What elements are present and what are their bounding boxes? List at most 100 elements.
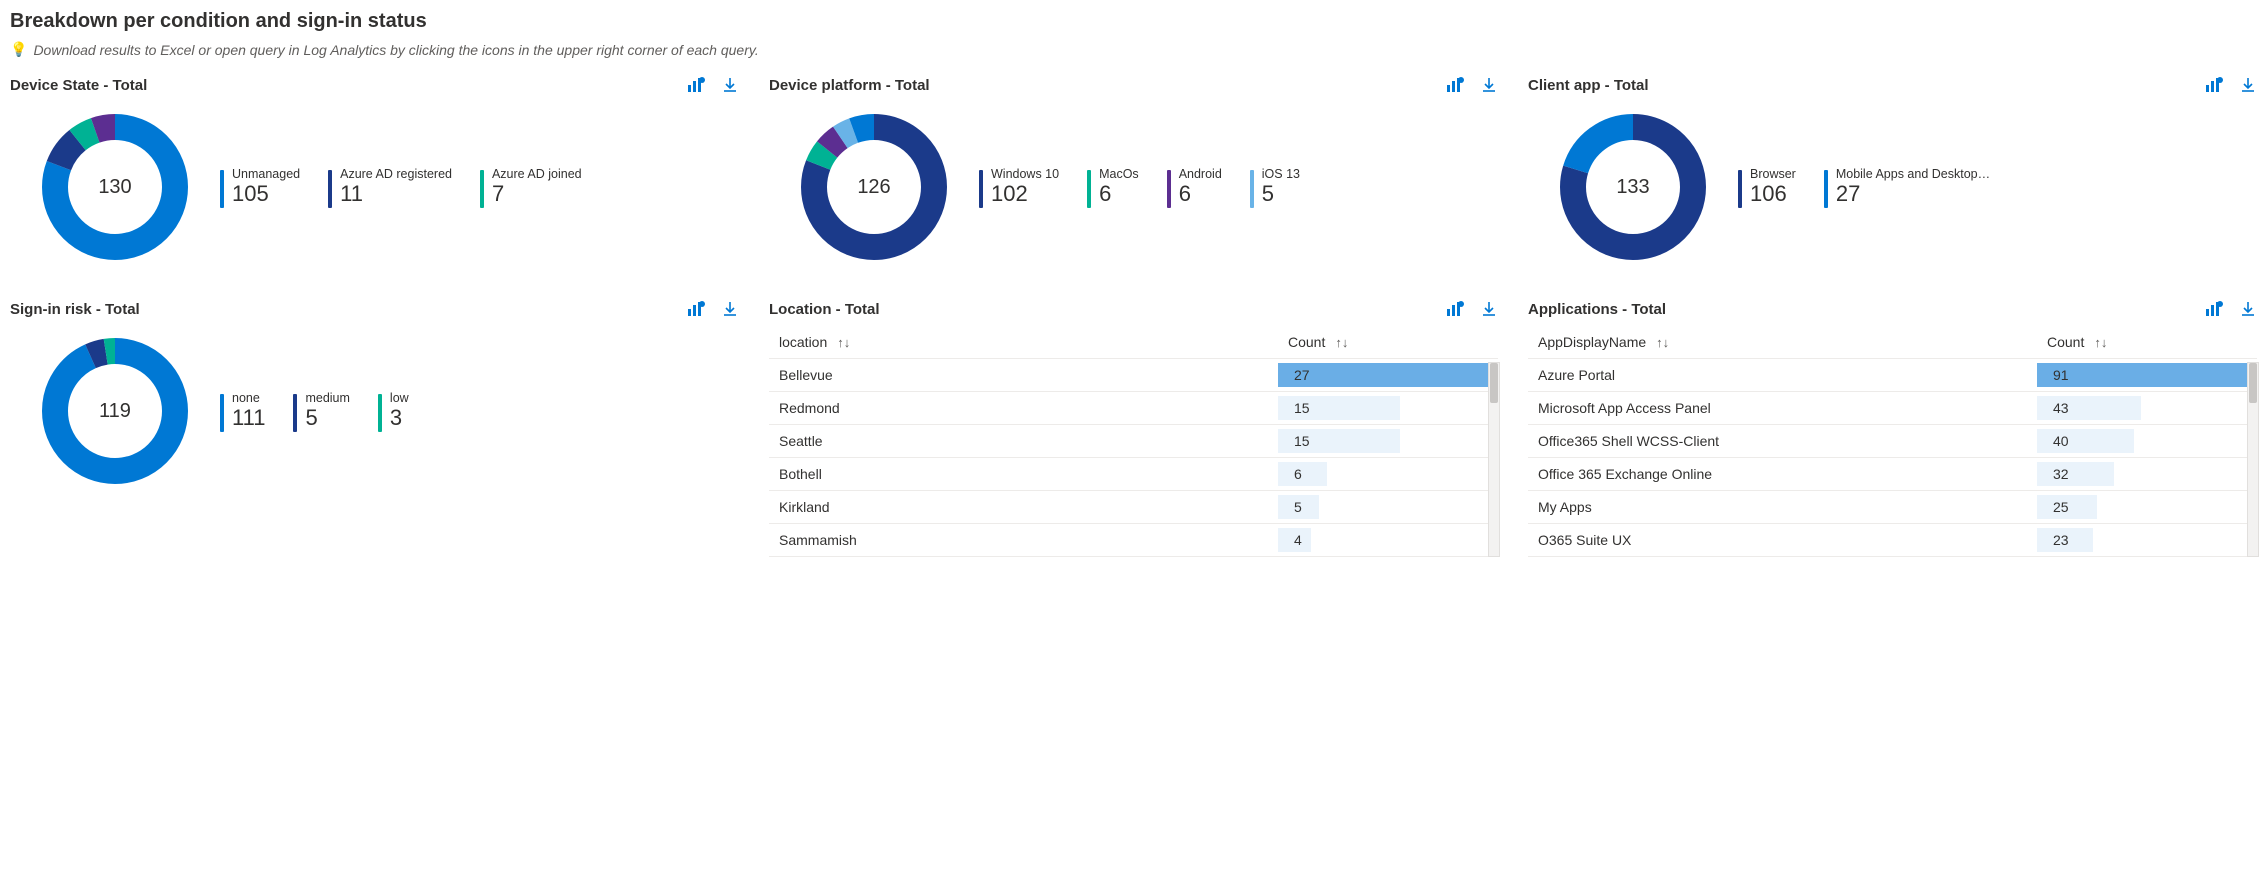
legend-color-bar [293, 394, 297, 432]
table-row[interactable]: Bothell 6 [769, 458, 1498, 491]
table-row[interactable]: Bellevue 27 [769, 359, 1498, 392]
open-log-analytics-icon[interactable] [2205, 300, 2223, 318]
download-excel-icon[interactable] [2239, 76, 2257, 94]
legend-value: 6 [1179, 181, 1222, 206]
download-excel-icon[interactable] [1480, 76, 1498, 94]
row-count-cell: 23 [2037, 524, 2257, 557]
table-row[interactable]: Seattle 15 [769, 425, 1498, 458]
table-row[interactable]: Microsoft App Access Panel 43 [1528, 392, 2257, 425]
legend-value: 5 [1262, 181, 1300, 206]
legend-value: 11 [340, 181, 452, 206]
row-count: 43 [2047, 400, 2069, 416]
page-title: Breakdown per condition and sign-in stat… [10, 10, 2257, 33]
col-header-label[interactable]: location↑↓ [769, 326, 1278, 359]
legend-value: 106 [1750, 181, 1796, 206]
donut-chart-signin_risk: 119 none 111 medium 5 low 3 [10, 326, 739, 496]
col-header-label[interactable]: AppDisplayName↑↓ [1528, 326, 2037, 359]
legend-label: iOS 13 [1262, 167, 1300, 181]
legend-color-bar [1824, 170, 1828, 208]
legend-label: MacOs [1099, 167, 1139, 181]
legend-value: 111 [232, 405, 265, 430]
open-log-analytics-icon[interactable] [687, 76, 705, 94]
col-header-count[interactable]: Count↑↓ [1278, 326, 1498, 359]
lightbulb-icon: 💡 [10, 41, 27, 58]
donut-chart-client_app: 133 Browser 106 Mobile Apps and Desktop…… [1528, 102, 2257, 272]
row-count-cell: 25 [2037, 491, 2257, 524]
legend-value: 102 [991, 181, 1059, 206]
card-title-applications: Applications - Total [1528, 301, 1666, 318]
table-row[interactable]: Redmond 15 [769, 392, 1498, 425]
table-row[interactable]: Sammamish 4 [769, 524, 1498, 557]
open-log-analytics-icon[interactable] [1446, 300, 1464, 318]
card-client_app: Client app - Total 133 Browser 106 Mobil… [1528, 76, 2257, 272]
legend-value: 6 [1099, 181, 1139, 206]
row-label: Office 365 Exchange Online [1528, 458, 2037, 491]
open-log-analytics-icon[interactable] [2205, 76, 2223, 94]
hint-row: 💡 Download results to Excel or open quer… [10, 41, 2257, 58]
row-count-cell: 6 [1278, 458, 1498, 491]
card-title-signin_risk: Sign-in risk - Total [10, 301, 140, 318]
row-label: Sammamish [769, 524, 1278, 557]
legend-color-bar [1250, 170, 1254, 208]
table-row[interactable]: O365 Suite UX 23 [1528, 524, 2257, 557]
row-count: 5 [1288, 499, 1302, 515]
row-count: 32 [2047, 466, 2069, 482]
card-applications: Applications - Total AppDisplayName↑↓ Co… [1528, 300, 2257, 557]
row-count: 4 [1288, 532, 1302, 548]
card-title-device_platform: Device platform - Total [769, 77, 930, 94]
legend-label: none [232, 391, 265, 405]
legend-color-bar [378, 394, 382, 432]
table-row[interactable]: My Apps 25 [1528, 491, 2257, 524]
scrollbar[interactable] [1488, 362, 1500, 557]
legend-value: 105 [232, 181, 300, 206]
open-log-analytics-icon[interactable] [687, 300, 705, 318]
open-log-analytics-icon[interactable] [1446, 76, 1464, 94]
legend-label: Mobile Apps and Desktop… [1836, 167, 1990, 181]
donut-total: 133 [1558, 112, 1708, 262]
card-device_platform: Device platform - Total 126 Windows 10 1… [769, 76, 1498, 272]
download-excel-icon[interactable] [721, 76, 739, 94]
row-label: Redmond [769, 392, 1278, 425]
row-count-cell: 40 [2037, 425, 2257, 458]
row-count: 15 [1288, 400, 1310, 416]
table-row[interactable]: Azure Portal 91 [1528, 359, 2257, 392]
donut-total: 130 [40, 112, 190, 262]
legend-color-bar [220, 394, 224, 432]
col-header-count[interactable]: Count↑↓ [2037, 326, 2257, 359]
legend-label: Browser [1750, 167, 1796, 181]
donut-chart-device_state: 130 Unmanaged 105 Azure AD registered 11… [10, 102, 739, 272]
row-count: 27 [1288, 367, 1310, 383]
download-excel-icon[interactable] [2239, 300, 2257, 318]
card-device_state: Device State - Total 130 Unmanaged 105 A… [10, 76, 739, 272]
legend-item: Azure AD registered 11 [328, 167, 452, 208]
sort-icon[interactable]: ↑↓ [2094, 335, 2107, 350]
legend-color-bar [1738, 170, 1742, 208]
table-row[interactable]: Kirkland 5 [769, 491, 1498, 524]
table-row[interactable]: Office365 Shell WCSS-Client 40 [1528, 425, 2257, 458]
table-applications: AppDisplayName↑↓ Count↑↓ Azure Portal 91… [1528, 326, 2257, 557]
legend-value: 7 [492, 181, 582, 206]
legend-label: Azure AD registered [340, 167, 452, 181]
sort-icon[interactable]: ↑↓ [1656, 335, 1669, 350]
row-label: Seattle [769, 425, 1278, 458]
row-count: 23 [2047, 532, 2069, 548]
row-count-cell: 5 [1278, 491, 1498, 524]
row-label: Bellevue [769, 359, 1278, 392]
donut-chart-device_platform: 126 Windows 10 102 MacOs 6 Android 6 [769, 102, 1498, 272]
sort-icon[interactable]: ↑↓ [1335, 335, 1348, 350]
download-excel-icon[interactable] [1480, 300, 1498, 318]
scrollbar[interactable] [2247, 362, 2259, 557]
sort-icon[interactable]: ↑↓ [837, 335, 850, 350]
card-location: Location - Total location↑↓ Count↑↓ Bell… [769, 300, 1498, 557]
legend-item: Android 6 [1167, 167, 1222, 208]
legend-label: medium [305, 391, 349, 405]
row-count-cell: 15 [1278, 392, 1498, 425]
download-excel-icon[interactable] [721, 300, 739, 318]
donut-total: 126 [799, 112, 949, 262]
legend-color-bar [979, 170, 983, 208]
row-count-cell: 15 [1278, 425, 1498, 458]
legend-value: 3 [390, 405, 409, 430]
legend-label: Azure AD joined [492, 167, 582, 181]
row-count: 40 [2047, 433, 2069, 449]
table-row[interactable]: Office 365 Exchange Online 32 [1528, 458, 2257, 491]
